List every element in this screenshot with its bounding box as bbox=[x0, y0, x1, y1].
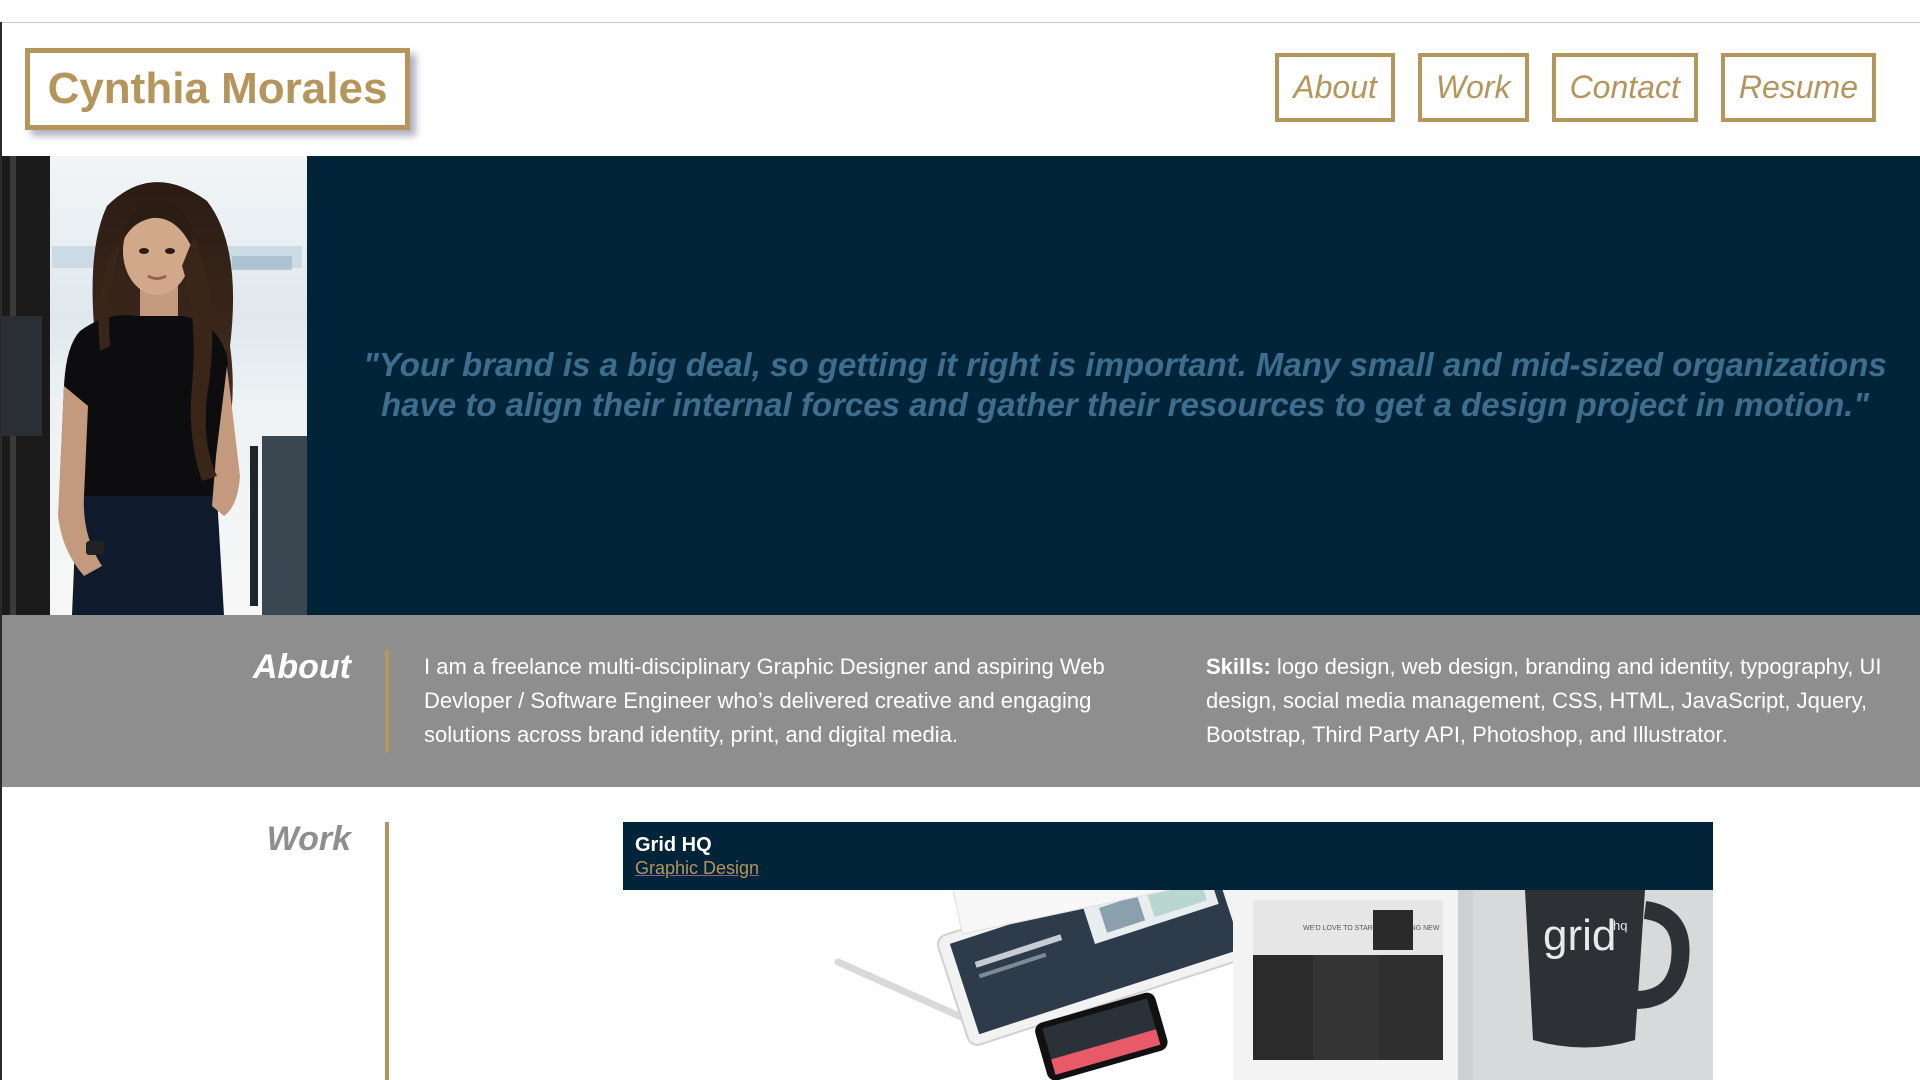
project-title: Grid HQ bbox=[635, 834, 712, 856]
main-nav: About Work Contact Resume bbox=[1275, 53, 1876, 122]
about-heading: About bbox=[252, 648, 351, 686]
portfolio-page: Cynthia Morales About Work Contact Resum… bbox=[0, 0, 1920, 1080]
top-divider bbox=[0, 22, 1920, 23]
work-heading: Work bbox=[266, 820, 351, 858]
project-thumbnail[interactable]: WE'D LOVE TO START SOMETHING NEW grid hq bbox=[623, 831, 1713, 1080]
about-accent-bar bbox=[385, 650, 389, 753]
nav-work-button[interactable]: Work bbox=[1417, 53, 1529, 122]
site-logo[interactable]: Cynthia Morales bbox=[25, 48, 410, 130]
profile-photo bbox=[2, 156, 307, 615]
skills-label: Skills: bbox=[1206, 654, 1271, 679]
work-accent-bar bbox=[385, 822, 389, 1080]
nav-contact-button[interactable]: Contact bbox=[1551, 53, 1698, 122]
about-skills: Skills: logo design, web design, brandin… bbox=[1206, 650, 1920, 752]
project-category-link[interactable]: Graphic Design bbox=[635, 858, 759, 879]
mug-logo-text: grid bbox=[1543, 911, 1616, 960]
logo-text: Cynthia Morales bbox=[47, 64, 388, 113]
about-bio: I am a freelance multi-disciplinary Grap… bbox=[424, 654, 1105, 747]
nav-about-button[interactable]: About bbox=[1275, 53, 1395, 122]
hero-quote: "Your brand is a big deal, so getting it… bbox=[363, 346, 1887, 423]
project-card-grid-hq[interactable]: Grid HQ Graphic Design WE'D LOVE TO STAR… bbox=[623, 822, 1713, 1080]
mug-logo-superscript: hq bbox=[1613, 918, 1627, 933]
mockup-screen-text: WE'D LOVE TO START SOMETHING NEW bbox=[1303, 925, 1440, 932]
project-card-header: Grid HQ Graphic Design bbox=[623, 822, 1713, 890]
skills-list: logo design, web design, branding and id… bbox=[1206, 654, 1882, 747]
nav-resume-button[interactable]: Resume bbox=[1720, 53, 1876, 122]
